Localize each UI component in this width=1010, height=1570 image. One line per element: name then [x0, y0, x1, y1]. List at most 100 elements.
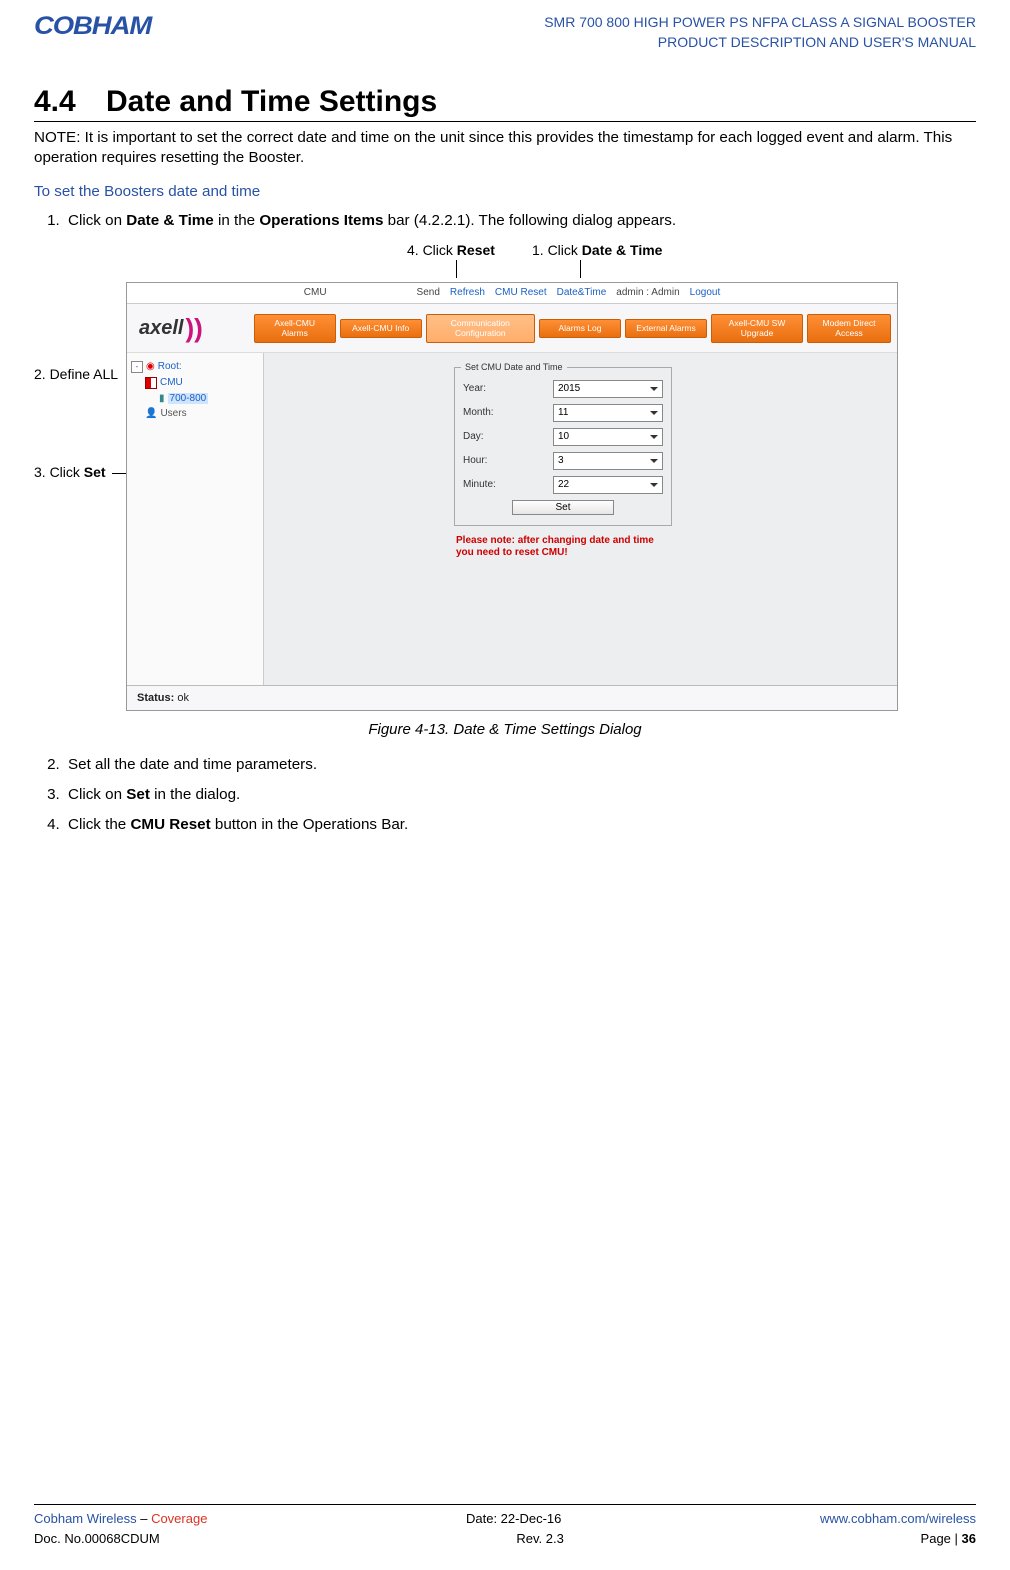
step3-post: in the dialog.: [150, 786, 240, 803]
label-year: Year:: [463, 383, 486, 394]
label-month: Month:: [463, 407, 494, 418]
tab-alarmslog[interactable]: Alarms Log: [539, 319, 621, 338]
row-minute: Minute: 22: [463, 476, 663, 494]
page-header: COBHAM SMR 700 800 HIGH POWER PS NFPA CL…: [0, 0, 1010, 57]
tick-datetime: [580, 260, 581, 278]
callout-define-all: 2. Define ALL: [34, 366, 118, 382]
annotation-top: 4. Click Reset 1. Click Date & Time: [34, 242, 976, 282]
topbar-cmu: CMU: [304, 287, 327, 298]
flag-icon: [145, 377, 157, 389]
select-month[interactable]: 11: [553, 404, 663, 422]
tab-modem[interactable]: Modem Direct Access: [807, 314, 891, 343]
sub-heading: To set the Boosters date and time: [34, 183, 976, 200]
footer-page-pre: Page |: [921, 1531, 962, 1546]
row-month: Month: 11: [463, 404, 663, 422]
header-line1: SMR 700 800 HIGH POWER PS NFPA CLASS A S…: [544, 12, 976, 32]
annot1-pre: 1. Click: [532, 242, 582, 258]
chevron-down-icon: [650, 411, 658, 415]
step1-b1: Date & Time: [126, 212, 214, 229]
step-4: Click the CMU Reset button in the Operat…: [64, 814, 976, 836]
label-day: Day:: [463, 431, 484, 442]
step3-b: Set: [126, 786, 150, 803]
footer-date: Date: 22-Dec-16: [466, 1509, 561, 1529]
topbar-send[interactable]: Send: [417, 287, 440, 298]
topbar-date-time[interactable]: Date&Time: [557, 287, 607, 298]
annot-1: 1. Click Date & Time: [532, 242, 662, 258]
select-year[interactable]: 2015: [553, 380, 663, 398]
footer-url: www.cobham.com/wireless: [820, 1509, 976, 1529]
minus-icon: -: [131, 361, 143, 373]
screenshot: CMU Send Refresh CMU Reset Date&Time adm…: [126, 282, 898, 711]
step-3: Click on Set in the dialog.: [64, 784, 976, 806]
step4-post: button in the Operations Bar.: [211, 816, 409, 833]
step1-pre: Click on: [68, 212, 126, 229]
tree-root-label: Root:: [158, 361, 182, 372]
footer-row2: Doc. No.00068CDUM Rev. 2.3 Page | 36: [34, 1529, 976, 1549]
fieldset-title: Set CMU Date and Time: [461, 362, 567, 372]
callout-click-set: 3. Click Set: [34, 464, 106, 480]
tab-alarms[interactable]: Axell-CMU Alarms: [254, 314, 336, 343]
content: 4.4Date and Time Settings NOTE: It is im…: [0, 57, 1010, 836]
steps-list: Click on Date & Time in the Operations I…: [34, 210, 976, 232]
ss-body: - ◉ Root: CMU ▮ 700-800 👤 Users: [127, 353, 897, 685]
topbar-admin: admin : Admin: [616, 287, 679, 298]
footer-doc: Doc. No.00068CDUM: [34, 1529, 160, 1549]
footer-dash: –: [137, 1511, 151, 1526]
page-footer: Cobham Wireless – Coverage Date: 22-Dec-…: [34, 1504, 976, 1548]
select-hour[interactable]: 3: [553, 452, 663, 470]
chevron-down-icon: [650, 459, 658, 463]
logo: COBHAM: [34, 12, 151, 41]
tab-swupgrade[interactable]: Axell-CMU SW Upgrade: [711, 314, 803, 343]
step4-pre: Click the: [68, 816, 130, 833]
tab-info[interactable]: Axell-CMU Info: [340, 319, 422, 338]
annot3-b: Set: [84, 464, 106, 480]
annot2: 2. Define ALL: [34, 366, 118, 382]
step1-mid: in the: [214, 212, 260, 229]
select-minute[interactable]: 22: [553, 476, 663, 494]
annot4-b: Reset: [457, 242, 495, 258]
val-day: 10: [558, 431, 569, 442]
annot3-pre: 3. Click: [34, 464, 84, 480]
header-line2: PRODUCT DESCRIPTION AND USER'S MANUAL: [544, 32, 976, 52]
tree-root[interactable]: - ◉ Root:: [131, 361, 259, 373]
val-hour: 3: [558, 455, 564, 466]
select-day[interactable]: 10: [553, 428, 663, 446]
status-label: Status:: [137, 692, 174, 704]
ss-main: Set CMU Date and Time Year: 2015 Month: …: [264, 353, 897, 685]
val-minute: 22: [558, 479, 569, 490]
row-day: Day: 10: [463, 428, 663, 446]
status-value: ok: [177, 692, 189, 704]
section-title-text: Date and Time Settings: [106, 85, 437, 118]
tab-extalarms[interactable]: External Alarms: [625, 319, 707, 338]
nav-tree: - ◉ Root: CMU ▮ 700-800 👤 Users: [127, 353, 264, 685]
footer-page-num: 36: [962, 1531, 976, 1546]
section-title: 4.4Date and Time Settings: [34, 85, 976, 122]
ss-tabs: axell)) Axell-CMU Alarms Axell-CMU Info …: [127, 304, 897, 353]
status-bar: Status: ok: [127, 685, 897, 710]
label-hour: Hour:: [463, 455, 487, 466]
tree-users-label: Users: [160, 408, 186, 419]
tree-cmu-label: CMU: [160, 377, 183, 388]
date-time-fieldset: Set CMU Date and Time Year: 2015 Month: …: [454, 367, 672, 526]
topbar-cmu-reset[interactable]: CMU Reset: [495, 287, 547, 298]
tree-cmu[interactable]: CMU: [145, 377, 259, 389]
annot-4: 4. Click Reset: [407, 242, 495, 258]
tree-band-label: 700-800: [168, 393, 209, 404]
footer-company-name: Cobham Wireless: [34, 1511, 137, 1526]
axell-logo-swoosh: )): [185, 313, 202, 344]
annot4-pre: 4. Click: [407, 242, 457, 258]
tab-commcfg[interactable]: Communication Configuration: [426, 314, 535, 343]
axell-logo-text: axell: [139, 317, 183, 340]
axell-logo: axell)): [133, 310, 250, 348]
topbar-logout[interactable]: Logout: [690, 287, 721, 298]
tree-band[interactable]: ▮ 700-800: [159, 393, 259, 404]
set-button[interactable]: Set: [512, 500, 614, 515]
section-number: 4.4: [34, 85, 106, 119]
annot1-b: Date & Time: [582, 242, 663, 258]
tree-users[interactable]: 👤 Users: [145, 408, 259, 419]
step1-post: bar (4.2.2.1). The following dialog appe…: [383, 212, 676, 229]
chevron-down-icon: [650, 435, 658, 439]
reset-warning: Please note: after changing date and tim…: [456, 535, 656, 560]
topbar-refresh[interactable]: Refresh: [450, 287, 485, 298]
note-text: NOTE: It is important to set the correct…: [34, 128, 976, 169]
